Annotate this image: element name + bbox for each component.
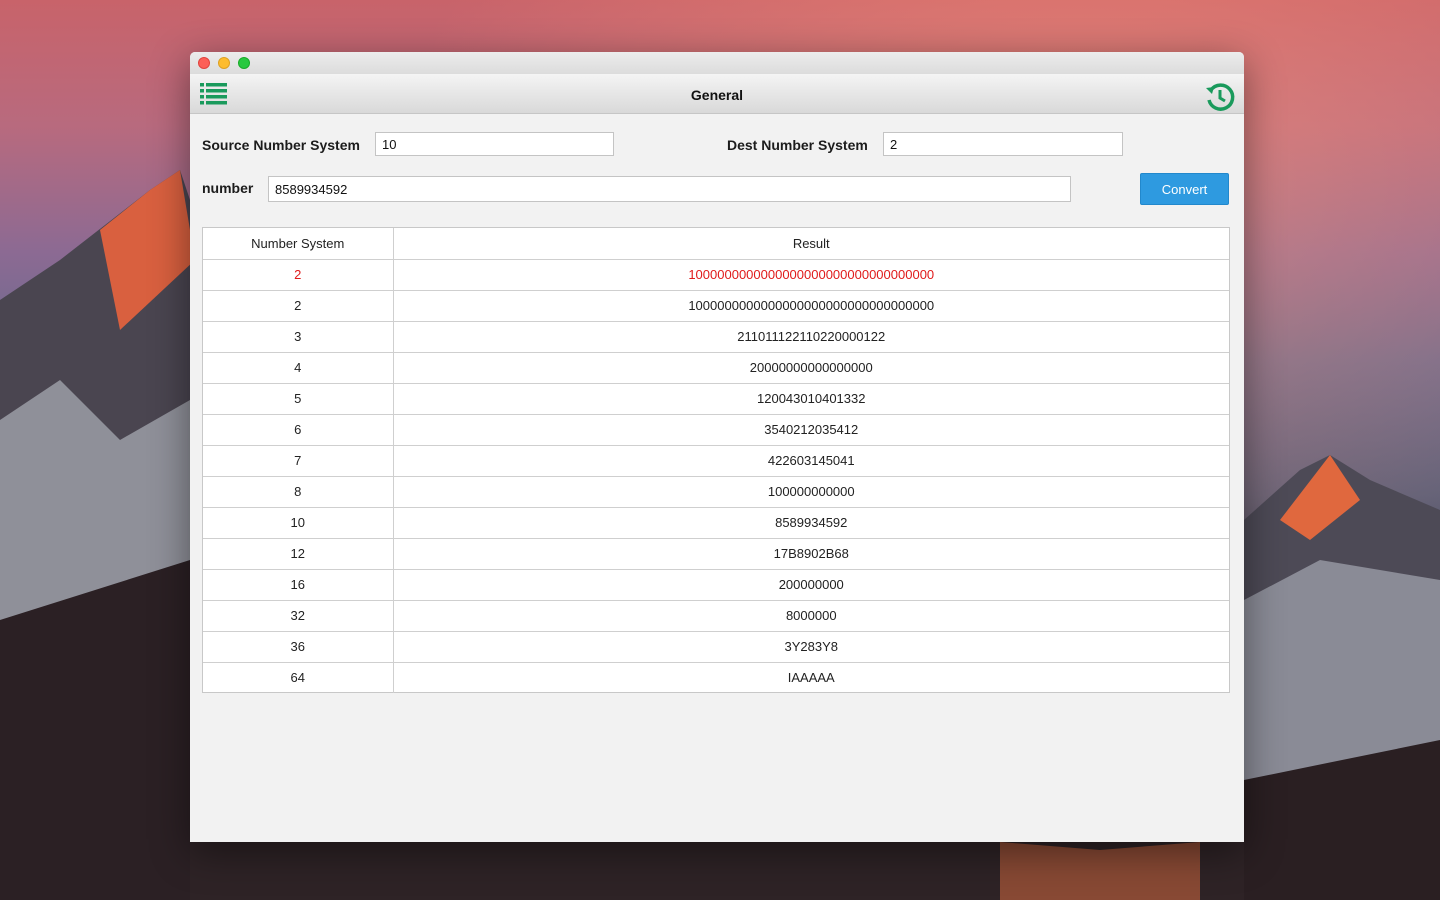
number-label: number [202,180,254,196]
table-row[interactable]: 5 120043010401332 [203,383,1229,415]
system-cell: 2 [203,290,394,322]
column-header-number-system[interactable]: Number System [203,228,394,260]
title-bar [190,52,1244,74]
table-row[interactable]: 10 8589934592 [203,507,1229,539]
system-cell: 6 [203,414,394,446]
zoom-window-button[interactable] [238,57,250,69]
result-cell: 422603145041 [393,445,1229,477]
toolbar: General [190,74,1244,114]
system-cell: 8 [203,476,394,508]
table-row[interactable]: 3 211011122110220000122 [203,321,1229,353]
result-cell: 20000000000000000 [393,352,1229,384]
system-cell: 7 [203,445,394,477]
result-cell: 1000000000000000000000000000000000 [393,290,1229,322]
result-cell: 8000000 [393,600,1229,632]
results-table: Number System Result 2 100000000000000000… [202,227,1230,693]
table-row[interactable]: 2 1000000000000000000000000000000000 [203,290,1229,322]
result-cell: 17B8902B68 [393,538,1229,570]
result-cell: 100000000000 [393,476,1229,508]
system-cell: 32 [203,600,394,632]
table-header-row: Number System Result [203,228,1229,260]
source-label: Source Number System [202,137,360,153]
table-row[interactable]: 2 1000000000000000000000000000000000 [203,259,1229,291]
system-cell: 3 [203,321,394,353]
system-cell: 2 [203,259,394,291]
table-row[interactable]: 8 100000000000 [203,476,1229,508]
system-cell: 12 [203,538,394,570]
dest-number-system-input[interactable] [883,132,1123,156]
source-number-system-input[interactable] [375,132,614,156]
system-cell: 64 [203,662,394,693]
result-cell: 200000000 [393,569,1229,601]
minimize-window-button[interactable] [218,57,230,69]
convert-button[interactable]: Convert [1140,173,1229,205]
table-row[interactable]: 36 3Y283Y8 [203,631,1229,663]
number-input[interactable] [268,176,1071,202]
result-cell: 3540212035412 [393,414,1229,446]
system-cell: 5 [203,383,394,415]
result-cell: 120043010401332 [393,383,1229,415]
history-icon[interactable] [1204,81,1236,113]
table-row[interactable]: 32 8000000 [203,600,1229,632]
table-row[interactable]: 16 200000000 [203,569,1229,601]
close-window-button[interactable] [198,57,210,69]
table-row[interactable]: 12 17B8902B68 [203,538,1229,570]
window-title: General [690,87,744,103]
result-cell: 8589934592 [393,507,1229,539]
result-cell: IAAAAA [787,670,835,686]
system-cell: 16 [203,569,394,601]
table-row[interactable]: 6 3540212035412 [203,414,1229,446]
app-window: General Source Number System Dest Number… [190,52,1244,842]
result-cell: 3Y283Y8 [393,631,1229,663]
table-row[interactable]: 64 IAAAAA [203,662,1229,693]
result-cell: 211011122110220000122 [393,321,1229,353]
system-cell: 36 [203,631,394,663]
table-row[interactable]: 7 422603145041 [203,445,1229,477]
result-cell: 1000000000000000000000000000000000 [393,259,1229,291]
column-header-result[interactable]: Result [393,228,1229,260]
table-row[interactable]: 4 20000000000000000 [203,352,1229,384]
dest-label: Dest Number System [727,137,868,153]
system-cell: 10 [203,507,394,539]
system-cell: 4 [203,352,394,384]
